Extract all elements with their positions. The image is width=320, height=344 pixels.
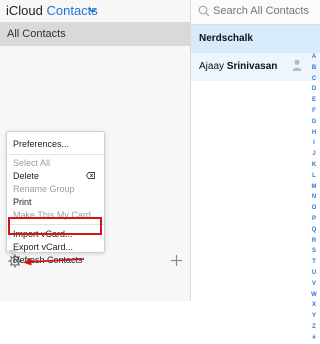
contacts-pane: Nerdschalk Ajaay Srinivasan ABCDEFGHIJKL… <box>191 0 320 341</box>
alphabet-letter[interactable]: A <box>312 52 316 63</box>
alphabet-letter[interactable]: Y <box>312 311 316 322</box>
group-item-all-contacts[interactable]: All Contacts <box>0 22 191 46</box>
alphabet-letter[interactable]: B <box>312 63 316 74</box>
alphabet-letter[interactable]: J <box>312 149 315 160</box>
alphabet-letter[interactable]: G <box>312 117 317 128</box>
alphabet-letter[interactable]: X <box>312 300 316 311</box>
alphabet-letter[interactable]: U <box>312 268 316 279</box>
alphabet-letter[interactable]: M <box>312 182 317 193</box>
alphabet-letter[interactable]: D <box>312 84 316 95</box>
alphabet-letter[interactable]: E <box>312 95 316 106</box>
chevron-down-icon[interactable] <box>88 6 97 15</box>
alphabet-letter[interactable]: V <box>312 279 316 290</box>
add-contact-icon[interactable] <box>170 254 183 267</box>
alphabet-letter[interactable]: N <box>312 192 316 203</box>
menu-item-select-all[interactable]: Select All <box>13 158 50 168</box>
menu-item-rename-group[interactable]: Rename Group <box>13 184 75 194</box>
person-icon <box>292 59 302 71</box>
contact-first-name: Ajaay <box>199 61 225 72</box>
app-header: iCloud Contacts <box>0 0 191 22</box>
alphabet-letter[interactable]: L <box>312 171 316 182</box>
menu-divider <box>7 154 104 155</box>
search-icon <box>198 5 210 17</box>
alphabet-letter[interactable]: R <box>312 236 316 247</box>
alphabet-letter[interactable]: I <box>313 138 315 149</box>
alphabet-letter[interactable]: S <box>312 246 316 257</box>
menu-pointer <box>8 250 18 256</box>
group-item-label: All Contacts <box>7 28 66 40</box>
alphabet-letter[interactable]: W <box>311 290 317 301</box>
delete-key-icon <box>86 172 95 179</box>
alphabet-letter[interactable]: C <box>312 74 316 85</box>
search-input[interactable] <box>213 2 318 20</box>
app-brand: iCloud <box>6 3 43 18</box>
alphabet-letter[interactable]: Q <box>312 225 317 236</box>
alphabet-index[interactable]: A B C D E F G H I J K L M N O P Q R S T U V W X Y Z # <box>310 52 318 344</box>
app-title[interactable]: iCloud Contacts <box>6 3 98 18</box>
search-bar <box>191 0 320 25</box>
export-highlight-box <box>8 217 102 235</box>
alphabet-letter[interactable]: O <box>312 203 317 214</box>
contact-name: Nerdschalk <box>199 33 253 44</box>
alphabet-letter[interactable]: H <box>312 128 316 139</box>
alphabet-letter[interactable]: Z <box>312 322 316 333</box>
alphabet-letter[interactable]: T <box>312 257 316 268</box>
menu-item-delete[interactable]: Delete <box>13 171 39 181</box>
alphabet-letter[interactable]: K <box>312 160 316 171</box>
contact-row[interactable]: Ajaay Srinivasan <box>191 53 320 81</box>
contact-last-name: Srinivasan <box>226 61 278 72</box>
alphabet-letter[interactable]: P <box>312 214 316 225</box>
red-arrow-annotation <box>23 258 85 266</box>
contact-name: Ajaay Srinivasan <box>199 61 277 72</box>
alphabet-letter[interactable]: F <box>312 106 316 117</box>
menu-item-print[interactable]: Print <box>13 197 32 207</box>
menu-item-preferences[interactable]: Preferences... <box>13 139 69 149</box>
contact-row[interactable]: Nerdschalk <box>191 25 320 53</box>
menu-item-export-vcard[interactable]: Export vCard... <box>13 242 73 252</box>
alphabet-letter[interactable]: # <box>312 333 315 344</box>
